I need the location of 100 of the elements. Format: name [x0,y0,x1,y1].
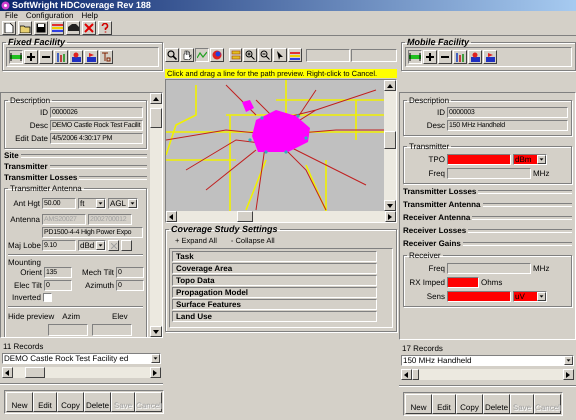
chart-icon[interactable] [50,21,64,35]
action-button[interactable]: Delete [483,394,510,414]
section-header[interactable]: Transmitter [4,162,147,171]
bar-chart-icon[interactable] [453,50,467,64]
section-header[interactable]: Receiver Antenna [403,212,572,223]
scroll-right-button[interactable] [150,367,161,378]
text-field[interactable] [447,290,511,302]
section-header[interactable]: Transmitter Antenna [403,199,572,210]
list-item[interactable]: Propagation Model [172,287,377,298]
caret-icon[interactable] [96,199,105,208]
scrollbar[interactable] [166,211,396,222]
globe-icon[interactable] [210,48,224,62]
database-icon[interactable] [84,50,98,64]
minus-icon[interactable] [39,50,53,64]
scrollbar-thumb[interactable] [150,108,162,128]
menu-item[interactable]: File [2,11,21,20]
section-header[interactable]: Receiver Losses [403,225,572,236]
text-field[interactable] [447,262,531,274]
help-icon[interactable] [98,21,112,35]
action-button[interactable]: New [405,394,432,414]
minus-icon[interactable] [438,50,452,64]
list-item[interactable]: Topo Data [172,275,377,286]
scroll-up-button[interactable] [150,93,162,104]
text-field[interactable] [306,48,350,62]
scroll-right-button[interactable] [385,211,396,222]
action-button[interactable]: Delete [84,392,111,412]
zoom-in-icon[interactable] [243,48,258,62]
reference-dropdown[interactable]: AGL [108,198,138,209]
record-count: 11 Records [3,342,44,351]
checkbox[interactable] [42,293,52,302]
caret-icon[interactable] [537,292,546,300]
plus-icon[interactable] [24,50,38,64]
scrollbar[interactable] [2,367,161,378]
scrollbar-thumb[interactable] [412,369,419,380]
open-folder-icon[interactable] [18,21,32,35]
text-tool-icon[interactable] [99,50,113,64]
list-item[interactable]: Surface Features [172,299,377,310]
record-dropdown[interactable]: DEMO Castle Rock Test Facility ed [2,353,161,364]
scroll-right-button[interactable] [563,369,574,380]
database-icon[interactable] [468,50,482,64]
menu-item[interactable]: Configuration [22,11,76,20]
unit-dropdown[interactable]: ft [78,198,106,209]
scrollbar-thumb[interactable] [237,211,253,222]
pointer-icon[interactable] [273,48,288,62]
path-icon[interactable] [194,48,209,62]
caret-icon[interactable] [564,356,573,365]
scroll-down-button[interactable] [150,326,162,337]
scrollbar[interactable] [401,369,574,380]
bar-chart-icon[interactable] [54,50,68,64]
scroll-down-button[interactable] [384,200,396,211]
scrollbar[interactable] [384,80,396,211]
scroll-left-button[interactable] [166,211,177,222]
section-header[interactable]: Transmitter Losses [4,173,147,182]
range-icon[interactable] [408,50,422,64]
unit-dropdown[interactable]: dBd [78,240,106,251]
list-item[interactable]: Coverage Area [172,263,377,274]
menu-item[interactable]: Help [78,11,101,20]
save-icon[interactable] [34,21,48,35]
scrollbar-thumb[interactable] [25,367,45,378]
caret-icon[interactable] [151,354,160,363]
plus-icon[interactable] [423,50,437,64]
section-header[interactable]: Receiver Gains [403,238,572,249]
zoom-out-icon[interactable] [258,48,272,62]
database-icon[interactable] [69,50,83,64]
layers-icon[interactable] [228,48,242,62]
database-icon[interactable] [483,50,497,64]
new-file-icon[interactable] [2,21,16,35]
search-icon[interactable] [165,48,179,62]
text-field[interactable] [447,276,479,288]
range-icon[interactable] [9,50,23,64]
text-field[interactable] [351,48,398,62]
left-arrow-icon [5,370,10,376]
caret-icon[interactable] [128,199,137,208]
record-dropdown[interactable]: 150 MHz Handheld [401,355,574,366]
text-field[interactable] [447,168,531,178]
hand-icon[interactable] [180,48,194,62]
action-button[interactable]: Edit [432,394,456,414]
action-button[interactable]: Copy [57,392,84,412]
close-icon[interactable] [82,21,96,35]
unit-dropdown[interactable]: dBm [513,154,547,164]
caret-icon[interactable] [96,241,105,250]
clear-button[interactable] [108,240,119,251]
scrollbar[interactable] [150,93,162,337]
scroll-left-button[interactable] [401,369,412,380]
action-button[interactable]: Edit [33,392,57,412]
scroll-up-button[interactable] [384,80,396,91]
section-header[interactable]: Site [4,151,147,160]
caret-icon[interactable] [537,154,546,164]
list-item[interactable]: Task [172,251,377,262]
text-field[interactable] [447,154,511,164]
printer-icon[interactable] [66,21,80,35]
unit-dropdown[interactable]: uV [513,290,547,302]
section-header[interactable]: Transmitter Losses [403,186,572,197]
action-button[interactable]: New [6,392,33,412]
action-button[interactable]: Copy [456,394,483,414]
scrollbar-thumb[interactable] [384,131,396,149]
list-item[interactable]: Land Use [172,311,377,322]
browse-button[interactable] [121,240,132,251]
scroll-left-button[interactable] [2,367,13,378]
chart-icon[interactable] [288,48,302,62]
